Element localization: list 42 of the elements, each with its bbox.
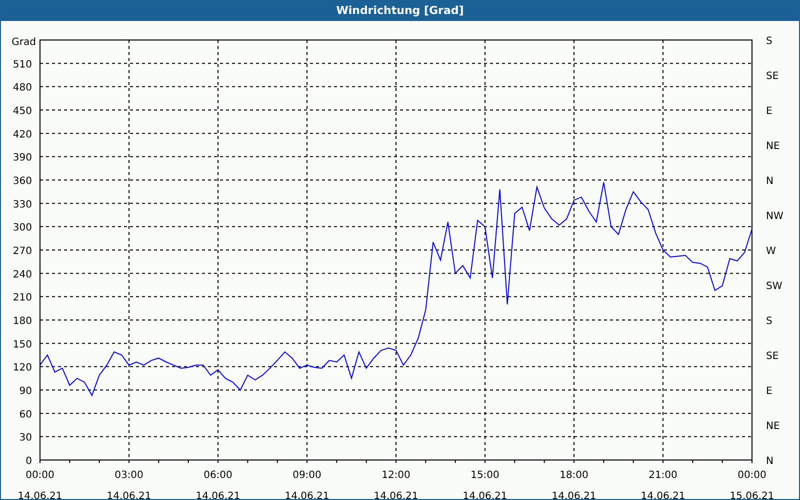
right-tick-label: S bbox=[766, 36, 772, 47]
right-tick-label: SE bbox=[766, 351, 779, 362]
x-tick-label: 21:00 14.06.21 bbox=[640, 470, 686, 499]
x-tick-label: 09:00 14.06.21 bbox=[284, 470, 330, 499]
y-tick-label: 300 bbox=[12, 222, 32, 234]
y-tick-label: 0 bbox=[26, 456, 32, 467]
y-tick-label: 150 bbox=[12, 339, 32, 350]
window-title: Windrichtung [Grad] bbox=[1, 0, 799, 21]
right-tick-label: NW bbox=[766, 211, 784, 222]
y-tick-label: 480 bbox=[12, 82, 32, 94]
right-tick-label: N bbox=[766, 456, 774, 467]
y-tick-label: 30 bbox=[19, 432, 32, 444]
right-tick-label: E bbox=[766, 386, 772, 397]
y-tick-label: 360 bbox=[12, 176, 32, 187]
y-tick-label: 60 bbox=[19, 409, 32, 420]
right-tick-label: NE bbox=[766, 141, 780, 152]
right-tick-label: E bbox=[766, 106, 772, 117]
y-tick-label: 450 bbox=[12, 106, 32, 117]
y-tick-label: 90 bbox=[19, 386, 32, 397]
x-tick-label: 18:00 14.06.21 bbox=[552, 470, 596, 499]
y-tick-label: 510 bbox=[12, 59, 32, 70]
right-tick-label: NE bbox=[766, 421, 780, 432]
right-tick-label: N bbox=[766, 176, 774, 187]
y-tick-label: 330 bbox=[12, 199, 32, 210]
y-tick-label: 270 bbox=[12, 246, 32, 257]
y-axis-title: Grad bbox=[12, 37, 36, 48]
x-tick-label: 15:00 14.06.21 bbox=[462, 470, 508, 499]
y-tick-label: 240 bbox=[12, 269, 32, 280]
right-tick-label: SW bbox=[766, 281, 782, 292]
y-tick-label: 390 bbox=[12, 152, 32, 164]
y-tick-label: 180 bbox=[12, 316, 32, 327]
right-tick-label: S bbox=[766, 316, 772, 327]
y-tick-label: 420 bbox=[12, 129, 32, 140]
right-tick-label: SE bbox=[766, 71, 779, 82]
y-tick-label: 120 bbox=[12, 362, 32, 374]
x-tick-label: 00:00 15.06.21 bbox=[730, 470, 774, 499]
y-tick-label: 210 bbox=[12, 292, 32, 304]
x-tick-label: 06:00 14.06.21 bbox=[196, 470, 240, 499]
x-tick-label: 12:00 14.06.21 bbox=[374, 470, 418, 499]
right-tick-label: W bbox=[766, 246, 776, 257]
x-tick-label: 03:00 14.06.21 bbox=[106, 470, 152, 499]
x-tick-label: 00:00 14.06.21 bbox=[18, 470, 62, 499]
